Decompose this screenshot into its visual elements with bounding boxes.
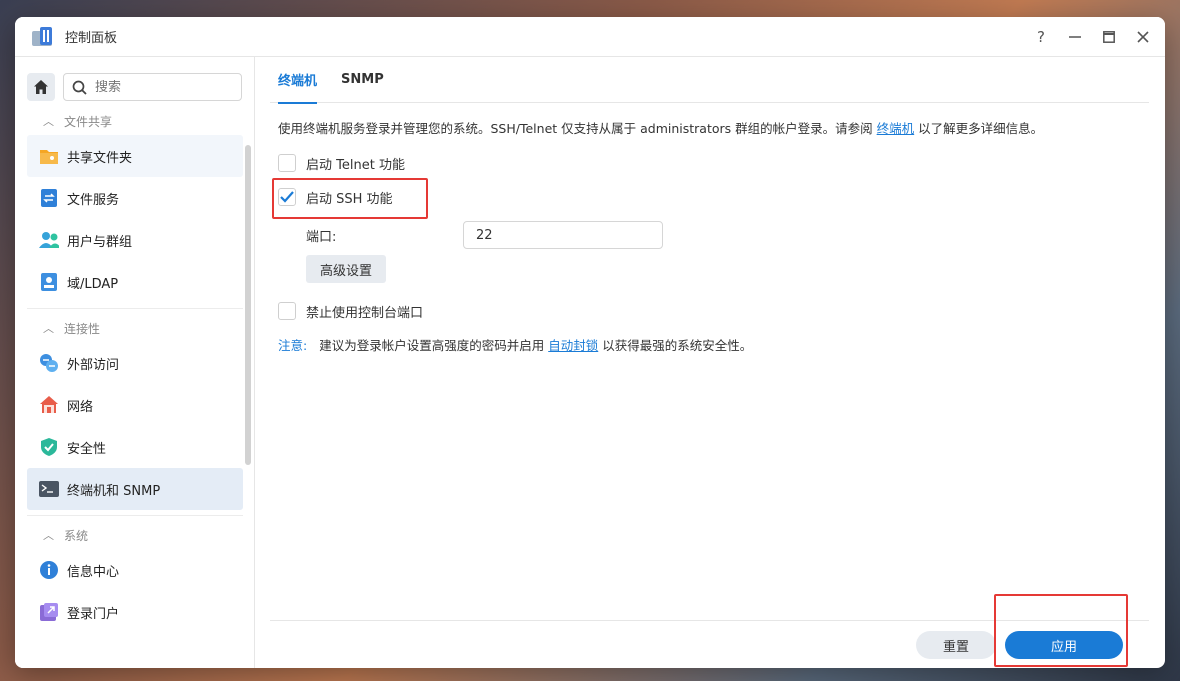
description-suffix: 以了解更多详细信息。: [918, 121, 1044, 136]
sidebar-item-network[interactable]: 网络: [27, 384, 243, 426]
advanced-settings-button[interactable]: 高级设置: [306, 255, 387, 283]
console-option[interactable]: 禁止使用控制台端口: [278, 301, 1145, 321]
note-key: 注意:: [278, 338, 308, 353]
sidebar-item-users[interactable]: 用户与群组: [27, 219, 243, 261]
control-panel-window: 控制面板 ? 搜索 ︿ 文件共享 共享文件夹 文件服务 用户与群组 域/LDAP…: [15, 17, 1165, 668]
close-icon[interactable]: [1135, 29, 1151, 45]
console-checkbox[interactable]: [278, 302, 296, 320]
sidebar-item-label: 安全性: [67, 441, 107, 457]
sidebar-item-label: 文件服务: [67, 192, 120, 208]
sidebar-item-login-portal[interactable]: 登录门户: [27, 591, 243, 633]
title-bar: 控制面板 ?: [15, 17, 1165, 57]
description-text: 使用终端机服务登录并管理您的系统。SSH/Telnet 仅支持从属于 admin…: [278, 121, 1145, 137]
chevron-up-icon: ︿: [43, 322, 54, 335]
sidebar-item-label: 网络: [67, 399, 94, 415]
section-connectivity[interactable]: ︿ 连接性: [27, 314, 243, 342]
sidebar: ︿ 文件共享 共享文件夹 文件服务: [15, 57, 255, 668]
home-button[interactable]: [27, 73, 55, 101]
terminal-help-link[interactable]: 终端机: [877, 121, 915, 136]
port-label: 端口:: [306, 229, 337, 245]
note-suffix: 以获得最强的系统安全性。: [602, 338, 753, 353]
main-panel: 终端机 SNMP 使用终端机服务登录并管理您的系统。SSH/Telnet 仅支持…: [255, 57, 1165, 668]
telnet-option[interactable]: 启动 Telnet 功能: [278, 153, 1145, 173]
sidebar-item-shared-folder[interactable]: 共享文件夹: [27, 135, 243, 177]
section-label: 系统: [64, 528, 89, 543]
login-portal-icon: [39, 602, 59, 622]
terminal-icon: [39, 479, 59, 499]
sidebar-item-label: 登录门户: [67, 606, 120, 622]
reset-button[interactable]: 重置: [916, 631, 996, 659]
search-icon: [72, 80, 87, 95]
section-label: 连接性: [64, 321, 101, 336]
port-input[interactable]: [463, 221, 663, 249]
terminal-settings: 使用终端机服务登录并管理您的系统。SSH/Telnet 仅支持从属于 admin…: [278, 121, 1145, 354]
sidebar-item-domain-ldap[interactable]: 域/LDAP: [27, 261, 243, 303]
domain-ldap-icon: [39, 272, 59, 292]
sidebar-item-external-access[interactable]: 外部访问: [27, 342, 243, 384]
network-icon: [39, 395, 59, 415]
sidebar-item-label: 域/LDAP: [67, 276, 119, 292]
search-input[interactable]: [95, 79, 215, 95]
sidebar-item-label: 共享文件夹: [67, 150, 133, 166]
note-prefix: 建议为登录帐户设置高强度的密码并启用: [319, 338, 545, 353]
sidebar-item-label: 用户与群组: [67, 234, 133, 250]
security-note: 注意: 建议为登录帐户设置高强度的密码并启用 自动封锁 以获得最强的系统安全性。: [278, 335, 1145, 354]
users-icon: [39, 230, 59, 250]
tab-bar: 终端机 SNMP: [270, 57, 1149, 104]
control-panel-app-icon: [31, 26, 53, 48]
chevron-up-icon: ︿: [43, 529, 54, 542]
apply-highlight-box: [994, 594, 1128, 667]
section-file-sharing[interactable]: ︿ 文件共享: [27, 107, 243, 135]
section-system[interactable]: ︿ 系统: [27, 521, 243, 549]
external-access-icon: [39, 353, 59, 373]
ssh-highlight-box: [272, 178, 428, 219]
divider: [27, 515, 243, 516]
divider: [27, 308, 243, 309]
chevron-up-icon: ︿: [43, 115, 54, 128]
section-label: 文件共享: [64, 114, 113, 129]
home-icon: [34, 80, 48, 94]
sidebar-item-label: 外部访问: [67, 357, 120, 373]
help-icon[interactable]: ?: [1033, 28, 1049, 46]
sidebar-item-label: 终端机和 SNMP: [67, 483, 161, 499]
info-icon: [39, 560, 59, 580]
file-services-icon: [39, 188, 59, 208]
description-prefix: 使用终端机服务登录并管理您的系统。SSH/Telnet 仅支持从属于 admin…: [278, 121, 873, 136]
console-label: 禁止使用控制台端口: [306, 305, 424, 321]
telnet-checkbox[interactable]: [278, 154, 296, 172]
sidebar-scrollbar[interactable]: [245, 145, 251, 465]
sidebar-item-file-services[interactable]: 文件服务: [27, 177, 243, 219]
tab-terminal[interactable]: 终端机: [278, 57, 318, 104]
sidebar-item-terminal-snmp[interactable]: 终端机和 SNMP: [27, 468, 243, 510]
window-title: 控制面板: [65, 31, 118, 46]
port-row: 端口:: [278, 221, 1145, 249]
sidebar-item-security[interactable]: 安全性: [27, 426, 243, 468]
sidebar-item-label: 信息中心: [67, 564, 120, 580]
telnet-label: 启动 Telnet 功能: [306, 157, 405, 173]
security-shield-icon: [39, 437, 59, 457]
maximize-icon[interactable]: [1101, 29, 1117, 45]
search-box[interactable]: [63, 73, 242, 101]
minimize-icon[interactable]: [1067, 29, 1083, 45]
folder-icon: [39, 146, 59, 166]
tab-snmp[interactable]: SNMP: [341, 57, 384, 103]
auto-block-link[interactable]: 自动封锁: [548, 338, 598, 353]
sidebar-item-info-center[interactable]: 信息中心: [27, 549, 243, 591]
